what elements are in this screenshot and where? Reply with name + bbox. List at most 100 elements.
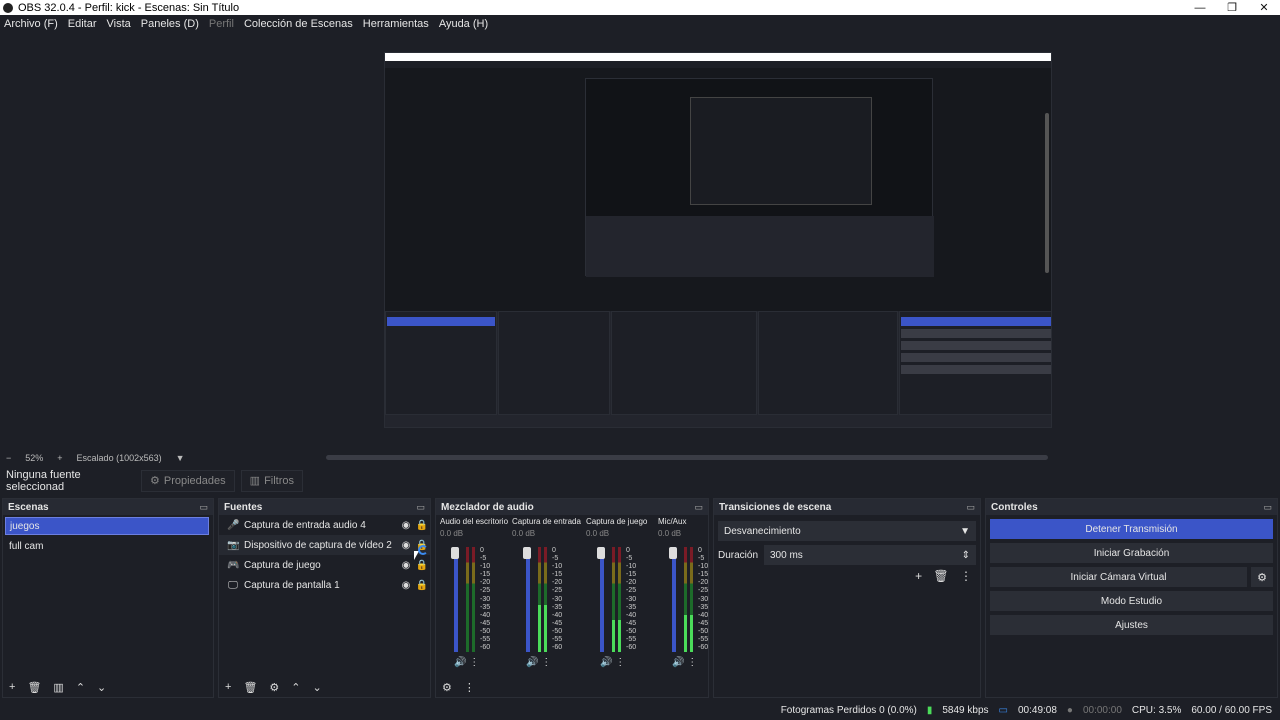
minimize-button[interactable]: —	[1184, 2, 1216, 14]
menu-herramientas[interactable]: Herramientas	[363, 18, 429, 30]
move-source-up-button[interactable]: ⌃	[291, 681, 300, 694]
preview-area[interactable]	[0, 33, 1280, 450]
menu-coleccion-escenas[interactable]: Colección de Escenas	[244, 18, 353, 30]
transition-menu-button[interactable]: ⋮	[960, 569, 972, 583]
meter-tick-label: -35	[552, 603, 563, 611]
menu-paneles[interactable]: Paneles (D)	[141, 18, 199, 30]
stop-streaming-button[interactable]: Detener Transmisión	[990, 519, 1273, 539]
meter-tick-label: -55	[698, 636, 709, 644]
lock-icon[interactable]: 🔒	[414, 560, 430, 571]
mixer-menu-button[interactable]: ⋮	[464, 681, 475, 694]
volume-slider-handle[interactable]	[523, 547, 531, 559]
channel-menu-icon[interactable]: ⋮	[612, 657, 625, 668]
volume-slider-handle[interactable]	[597, 547, 605, 559]
add-scene-button[interactable]: +	[9, 681, 15, 693]
move-source-down-button[interactable]: ⌄	[313, 681, 322, 694]
undock-icon[interactable]: ▭	[416, 502, 425, 513]
start-virtual-camera-button[interactable]: Iniciar Cámara Virtual	[990, 567, 1247, 587]
maximize-button[interactable]: ❐	[1216, 1, 1248, 14]
speaker-icon[interactable]: 🔊	[672, 657, 684, 668]
move-scene-down-button[interactable]: ⌄	[97, 681, 106, 694]
volume-slider-handle[interactable]	[451, 547, 459, 559]
mixer-channel: Captura de entrada 0.0 dB 0 -5 -10 -15 -20 -25-…	[512, 517, 584, 679]
scene-item-full-cam[interactable]: full cam	[5, 537, 209, 555]
volume-slider-handle[interactable]	[669, 547, 677, 559]
remove-source-button[interactable]: 🗑	[243, 681, 257, 694]
transition-select[interactable]: Desvanecimiento ▼	[718, 521, 976, 541]
gear-icon[interactable]: ⚙	[1251, 567, 1273, 587]
level-meter-fill	[544, 605, 547, 652]
channel-name: Captura de juego	[586, 517, 648, 526]
duration-row: Duración 300 ms ⇕	[718, 545, 976, 565]
mixer-channel: Captura de juego 0.0 dB 0 -5 -10 -15 -20 -25 -30…	[586, 517, 658, 679]
preview-nested-stop-button	[901, 317, 1051, 326]
record-icon: ●	[1066, 704, 1073, 716]
source-item[interactable]: 🎮 Captura de juego ◉ 🔒	[219, 555, 430, 575]
scene-item-juegos[interactable]: juegos	[5, 517, 209, 535]
remove-transition-button[interactable]: 🗑	[933, 569, 948, 583]
move-scene-up-button[interactable]: ⌃	[76, 681, 85, 694]
eye-icon[interactable]: ◉	[398, 520, 414, 531]
settings-button[interactable]: Ajustes	[990, 615, 1273, 635]
volume-slider[interactable]	[672, 547, 676, 652]
channel-menu-icon[interactable]: ⋮	[538, 657, 551, 668]
start-recording-button[interactable]: Iniciar Grabación	[990, 543, 1273, 563]
duration-label: Duración	[718, 549, 759, 561]
source-item[interactable]: 🎤 Captura de entrada audio 4 ◉ 🔒	[219, 515, 430, 535]
source-properties-button[interactable]: ⚙	[269, 681, 279, 694]
source-item[interactable]: 📷 Dispositivo de captura de vídeo 2 ◉ 🔒	[219, 535, 430, 555]
undock-icon[interactable]: ▭	[1263, 502, 1272, 513]
lock-icon[interactable]: 🔒	[414, 580, 430, 591]
lock-icon[interactable]: 🔒	[414, 520, 430, 531]
cpu-usage: CPU: 3.5%	[1131, 704, 1182, 716]
undock-icon[interactable]: ▭	[199, 502, 208, 513]
undock-icon[interactable]: ▭	[694, 502, 703, 513]
menu-archivo[interactable]: Archivo (F)	[4, 18, 58, 30]
advanced-audio-button[interactable]: ⚙	[442, 681, 452, 694]
duration-input[interactable]: 300 ms ⇕	[764, 545, 976, 565]
studio-mode-button[interactable]: Modo Estudio	[990, 591, 1273, 611]
mixer-toolbar: ⚙ ⋮	[436, 677, 708, 697]
preview-scrollbar[interactable]	[326, 455, 1048, 460]
meter-tick-label: -10	[626, 563, 637, 571]
source-item[interactable]: 🖵 Captura de pantalla 1 ◉ 🔒	[219, 575, 430, 595]
meter-tick-label: -15	[626, 571, 637, 579]
properties-button[interactable]: ⚙ Propiedades	[141, 469, 235, 492]
zoom-in-button[interactable]: +	[57, 453, 62, 463]
controls-title: Controles	[991, 501, 1038, 513]
menu-editar[interactable]: Editar	[68, 18, 97, 30]
add-source-button[interactable]: +	[225, 681, 231, 693]
channel-menu-icon[interactable]: ⋮	[466, 657, 479, 668]
eye-icon[interactable]: ◉	[398, 580, 414, 591]
speaker-icon[interactable]: 🔊	[454, 657, 466, 668]
close-button[interactable]: ✕	[1248, 1, 1280, 14]
remove-scene-button[interactable]: 🗑	[27, 681, 41, 694]
filters-button[interactable]: ▥ Filtros	[240, 469, 304, 492]
preview-canvas[interactable]	[384, 52, 1052, 428]
meter-tick-label: -5	[698, 555, 705, 563]
menu-perfil[interactable]: Perfil	[209, 18, 234, 30]
volume-slider[interactable]	[600, 547, 604, 652]
transitions-header: Transiciones de escena ▭	[714, 499, 980, 515]
channel-controls: 🔊 ⋮	[672, 657, 697, 668]
add-transition-button[interactable]: +	[915, 569, 922, 583]
eye-icon[interactable]: ◉	[398, 540, 414, 551]
filters-label: Filtros	[264, 474, 295, 487]
spin-arrows-icon[interactable]: ⇕	[962, 550, 970, 561]
undock-icon[interactable]: ▭	[966, 502, 975, 513]
audio-mixer-panel: Mezclador de audio ▭ Audio del escritori…	[435, 498, 709, 698]
menu-ayuda[interactable]: Ayuda (H)	[439, 18, 488, 30]
volume-slider[interactable]	[526, 547, 530, 652]
speaker-icon[interactable]: 🔊	[526, 657, 538, 668]
scenes-panel: Escenas ▭ juegos full cam + 🗑 ▥ ⌃ ⌄	[2, 498, 214, 698]
scale-mode-dropdown-icon[interactable]: ▼	[176, 453, 185, 463]
speaker-icon[interactable]: 🔊	[600, 657, 612, 668]
eye-icon[interactable]: ◉	[398, 560, 414, 571]
volume-slider[interactable]	[454, 547, 458, 652]
preview-nested-btn	[901, 329, 1051, 338]
menu-vista[interactable]: Vista	[107, 18, 131, 30]
zoom-out-button[interactable]: −	[6, 453, 11, 463]
meter-tick-label: -15	[552, 571, 563, 579]
channel-menu-icon[interactable]: ⋮	[684, 657, 697, 668]
scene-filters-button[interactable]: ▥	[53, 681, 63, 694]
